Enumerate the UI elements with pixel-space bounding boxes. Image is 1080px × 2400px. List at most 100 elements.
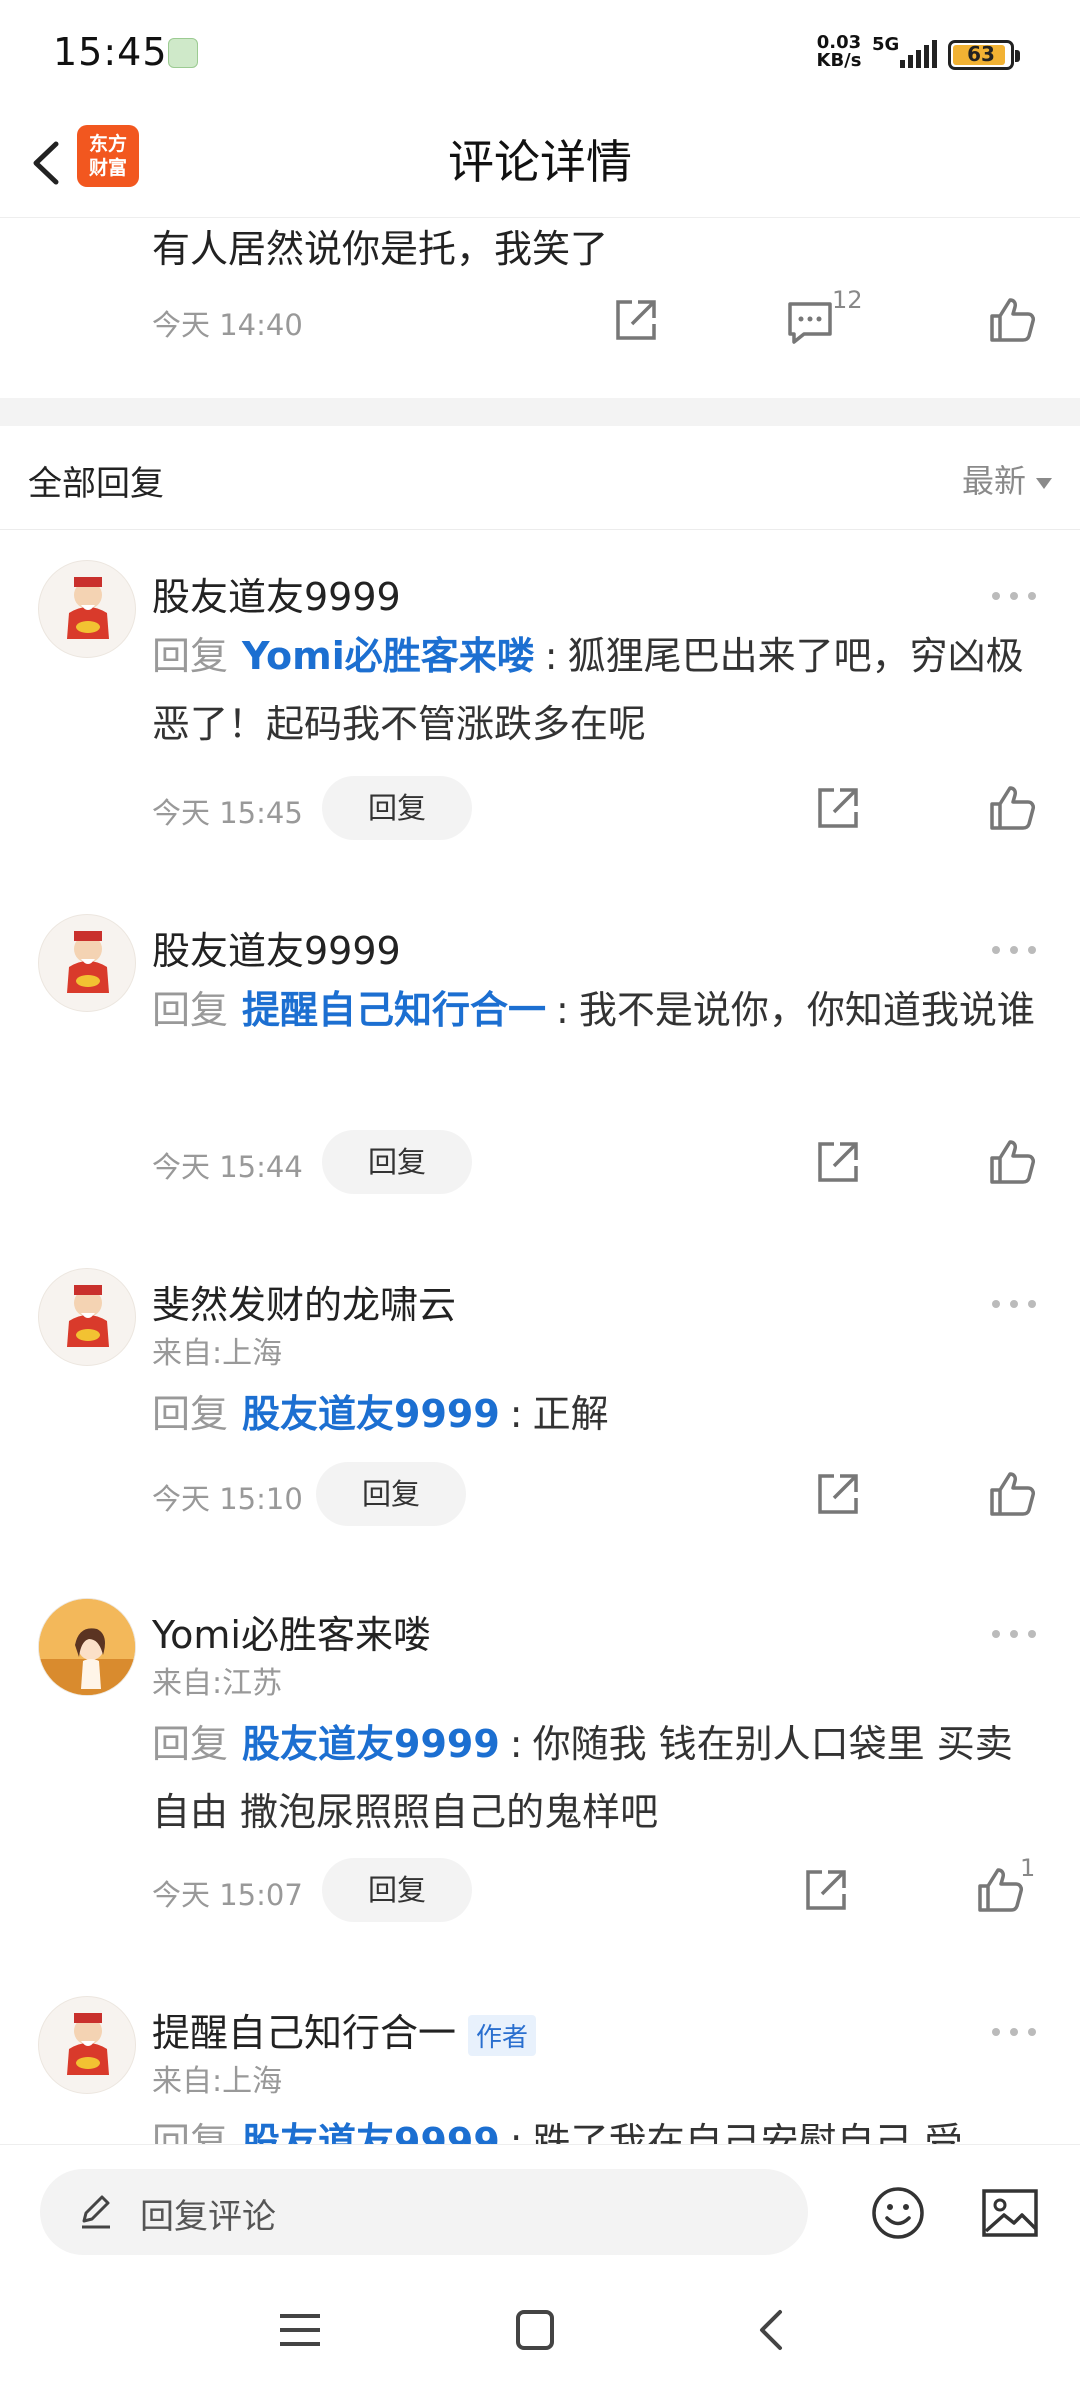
reply-username[interactable]: 股友道友9999	[152, 920, 401, 975]
reply-prefix: 回复	[152, 1392, 229, 1436]
signal-icon	[900, 40, 937, 68]
menu-icon[interactable]	[270, 2304, 330, 2356]
sort-dropdown[interactable]: 最新	[962, 456, 1052, 502]
more-options-icon[interactable]	[990, 2022, 1038, 2042]
avatar[interactable]	[38, 1996, 136, 2094]
reply-username[interactable]: Yomi必胜客来喽	[152, 1604, 431, 1659]
network-type: 5G	[872, 34, 900, 55]
reply-location: 来自:上海	[152, 2064, 283, 2099]
sort-label: 最新	[961, 462, 1026, 500]
battery-level: 63	[967, 42, 995, 66]
like-icon[interactable]	[984, 292, 1040, 348]
reply-username-text: 提醒自己知行合一	[152, 2011, 457, 2055]
share-icon[interactable]	[608, 292, 664, 348]
reply-time: 今天 15:07	[152, 1878, 303, 1912]
reply-username[interactable]: 股友道友9999	[152, 566, 401, 621]
notification-app-icon	[168, 38, 198, 68]
like-icon[interactable]	[984, 1134, 1040, 1190]
main-comment-time: 今天 14:40	[152, 308, 303, 342]
emoji-icon[interactable]	[870, 2185, 926, 2241]
avatar[interactable]	[38, 560, 136, 658]
like-count: 1	[1020, 1854, 1036, 1882]
section-divider	[0, 398, 1080, 426]
main-comment-text: 有人居然说你是托，我笑了	[152, 227, 609, 271]
page-title: 评论详情	[448, 135, 632, 189]
reply-prefix: 回复	[152, 2120, 229, 2144]
reply-time: 今天 15:10	[152, 1482, 303, 1516]
reply-input-bar: 回复评论	[0, 2144, 1080, 2260]
main-comment-actions: 今天 14:40 12	[0, 286, 1080, 350]
reply-username[interactable]: 斐然发财的龙啸云	[152, 1274, 456, 1329]
reply-colon: :	[556, 988, 569, 1032]
reply-body: 回复 Yomi必胜客来喽: 狐狸尾巴出来了吧，穷凶极恶了！起码我不管涨跌多在呢	[152, 622, 1042, 758]
comment-icon[interactable]	[782, 294, 838, 350]
more-options-icon[interactable]	[990, 940, 1038, 960]
reply-text: 我不是说你，你知道我说谁	[578, 988, 1035, 1032]
share-icon[interactable]	[798, 1862, 854, 1918]
more-options-icon[interactable]	[990, 586, 1038, 606]
image-icon[interactable]	[980, 2185, 1040, 2241]
share-icon[interactable]	[810, 1466, 866, 1522]
reply-item: 股友道友9999 回复 提醒自己知行合一: 我不是说你，你知道我说谁 今天 15:4…	[0, 914, 1080, 1214]
reply-comment-input[interactable]: 回复评论	[40, 2169, 808, 2255]
reply-actions: 今天 15:10 回复	[0, 1462, 1080, 1526]
battery-icon: 63	[948, 40, 1020, 70]
reply-item: 股友道友9999 回复 Yomi必胜客来喽: 狐狸尾巴出来了吧，穷凶极恶了！起码我不…	[0, 560, 1080, 860]
reply-colon: :	[509, 1722, 523, 1766]
reply-input-placeholder: 回复评论	[140, 2197, 276, 2237]
top-nav-bar: 东方 财富 评论详情	[0, 108, 1080, 218]
reply-time: 今天 15:45	[152, 796, 303, 830]
replies-title: 全部回复	[28, 464, 164, 504]
reply-count: 12	[832, 286, 863, 314]
pencil-icon	[82, 2195, 110, 2229]
reply-target-user[interactable]: 股友道友9999	[242, 1722, 500, 1766]
reply-target-user[interactable]: 股友道友9999	[242, 1392, 500, 1436]
reply-item: Yomi必胜客来喽 来自:江苏 回复 股友道友9999: 你随我 钱在别人口袋里 买…	[0, 1598, 1080, 1938]
reply-target-user[interactable]: 提醒自己知行合一	[242, 988, 546, 1032]
reply-button[interactable]: 回复	[316, 1462, 466, 1526]
more-options-icon[interactable]	[990, 1294, 1038, 1314]
reply-item: 斐然发财的龙啸云 来自:上海 回复 股友道友9999: 正解 今天 15:10 回复	[0, 1268, 1080, 1538]
fortune-god-avatar-icon	[67, 577, 109, 639]
fortune-god-avatar-icon	[67, 2013, 109, 2075]
avatar[interactable]	[38, 1268, 136, 1366]
status-bar: 15:45 0.03 KB/s 5G 63	[0, 0, 1080, 108]
reply-prefix: 回复	[152, 634, 229, 678]
reply-target-user[interactable]: Yomi必胜客来喽	[242, 634, 535, 678]
network-speed: 0.03 KB/s	[816, 32, 862, 71]
caret-down-icon	[1036, 477, 1052, 489]
reply-text: 正解	[532, 1392, 609, 1436]
reply-body: 回复 股友道友9999: 正解	[152, 1380, 1042, 1448]
reply-username[interactable]: 提醒自己知行合一 作者	[152, 2002, 537, 2057]
reply-target-user[interactable]: 股友道友9999	[242, 2120, 500, 2144]
replies-header: 全部回复 最新	[0, 426, 1080, 530]
reply-actions: 今天 15:07 回复 1	[0, 1854, 1080, 1922]
reply-colon: :	[509, 1392, 523, 1436]
more-options-icon[interactable]	[990, 1624, 1038, 1644]
reply-button[interactable]: 回复	[322, 1858, 472, 1922]
reply-body: 回复 股友道友9999: 跌了我在自己安慰自己 受	[152, 2108, 1042, 2144]
fortune-god-avatar-icon	[67, 931, 109, 993]
nav-back-icon[interactable]	[742, 2304, 802, 2356]
reply-button[interactable]: 回复	[322, 1130, 472, 1194]
like-icon[interactable]	[984, 780, 1040, 836]
author-badge: 作者	[468, 2015, 537, 2056]
reply-colon: :	[544, 634, 558, 678]
status-time: 15:45	[53, 30, 168, 74]
avatar[interactable]	[38, 914, 136, 1012]
reply-location: 来自:江苏	[152, 1666, 283, 1701]
reply-text: 跌了我在自己安慰自己 受	[532, 2120, 963, 2144]
reply-actions: 今天 15:45 回复	[0, 776, 1080, 840]
reply-location: 来自:上海	[152, 1336, 283, 1371]
avatar[interactable]	[38, 1598, 136, 1696]
reply-time: 今天 15:44	[152, 1150, 303, 1184]
fortune-god-avatar-icon	[67, 1285, 109, 1347]
reply-colon: :	[509, 2120, 523, 2144]
reply-prefix: 回复	[152, 988, 229, 1032]
reply-actions: 今天 15:44 回复	[0, 1130, 1080, 1194]
home-icon[interactable]	[505, 2304, 565, 2356]
share-icon[interactable]	[810, 780, 866, 836]
share-icon[interactable]	[810, 1134, 866, 1190]
reply-button[interactable]: 回复	[322, 776, 472, 840]
like-icon[interactable]	[984, 1466, 1040, 1522]
